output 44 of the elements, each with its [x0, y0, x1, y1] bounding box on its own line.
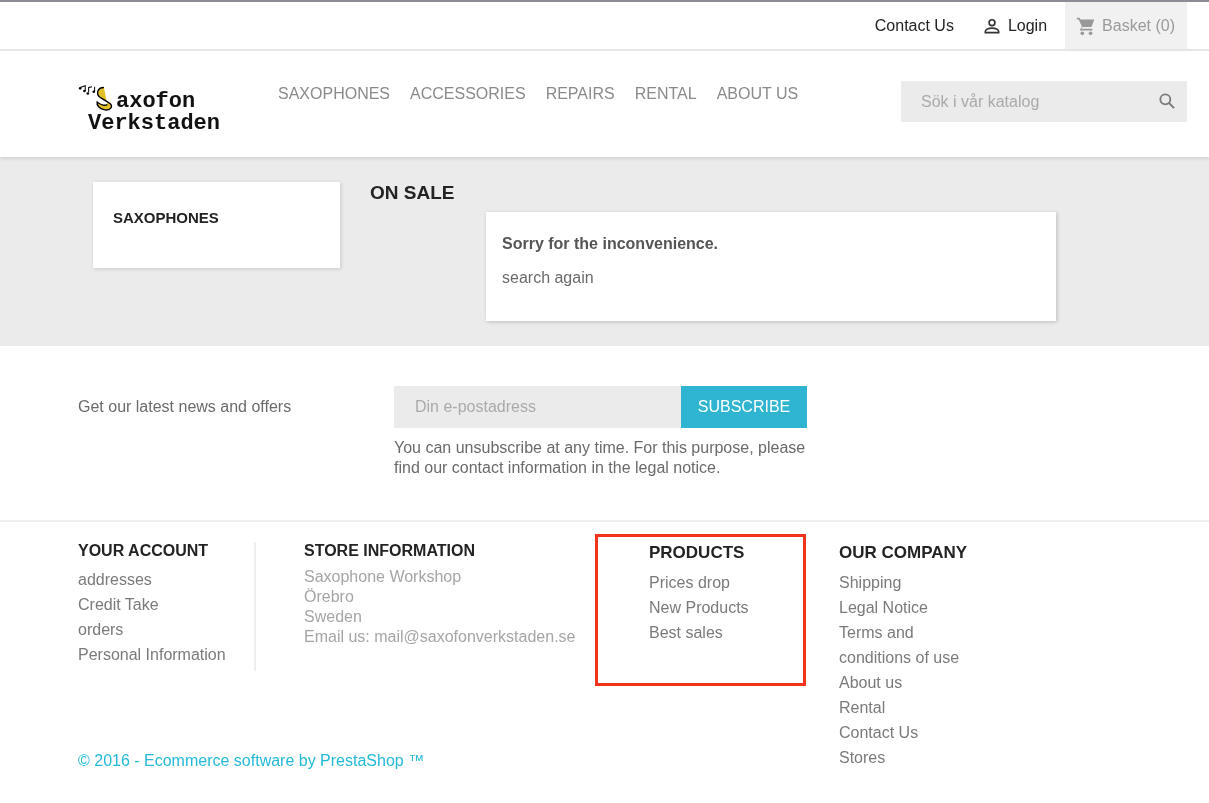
logo-text: axofon — [116, 91, 196, 113]
login-link[interactable]: Login — [981, 2, 1048, 49]
store-info-text: Saxophone Workshop — [304, 567, 463, 587]
nav-link[interactable]: ACCESSORIES — [410, 85, 526, 103]
footer-link[interactable]: Stores — [839, 745, 979, 770]
footer-link[interactable]: Shipping — [839, 570, 979, 595]
page-title: ON SALE — [370, 182, 456, 204]
store-info-text: Örebro — [304, 587, 355, 607]
notice-heading: Sorry for the inconvenience. — [502, 235, 720, 253]
email-field[interactable]: Din e-postadress — [394, 386, 681, 428]
footer-link[interactable]: Prices drop — [649, 570, 791, 595]
contact-link[interactable]: Contact Us — [874, 2, 954, 49]
footer-link[interactable]: New Products — [649, 595, 791, 620]
footer-link[interactable]: addresses — [78, 567, 254, 592]
logo-text: Verkstaden — [88, 113, 221, 135]
footer-link[interactable]: Best sales — [649, 620, 791, 645]
store-info-text: Email us: mail@saxofonverkstaden.se — [304, 627, 577, 647]
footer-heading: OUR COMPANY — [839, 543, 969, 563]
footer-heading: STORE INFORMATION — [304, 542, 476, 560]
footer-link[interactable]: Terms and conditions of use — [839, 620, 979, 670]
subscribe-button[interactable]: SUBSCRIBE — [681, 386, 807, 428]
newsletter-conditions: You can unsubscribe at any time. For this purpose, please find our contact information in the legal notice. — [394, 438, 807, 478]
search-icon — [1157, 91, 1177, 111]
category-link[interactable]: SAXOPHONES — [113, 209, 219, 226]
footer-heading: PRODUCTS — [649, 543, 746, 563]
store-info-text: Sweden — [304, 607, 363, 627]
footer-link[interactable]: About us — [839, 670, 979, 695]
nav-link[interactable]: SAXOPHONES — [278, 85, 391, 103]
footer-link[interactable]: Contact Us — [839, 720, 979, 745]
basket-button[interactable]: Basket (0) — [1065, 2, 1187, 49]
nav-link[interactable]: REPAIRS — [545, 85, 615, 103]
copyright-link[interactable]: © 2016 - Ecommerce software by PrestaShop ™ — [78, 752, 425, 770]
footer-heading: YOUR ACCOUNT — [78, 542, 210, 560]
footer-link[interactable]: Legal Notice — [839, 595, 979, 620]
nav-link[interactable]: ABOUT US — [716, 85, 799, 103]
footer-link[interactable]: orders — [78, 617, 254, 642]
footer-link[interactable]: Rental — [839, 695, 979, 720]
notice-text: search again — [502, 269, 595, 287]
newsletter-label: Get our latest news and offers — [78, 397, 293, 417]
logo[interactable]: axofon Verkstaden — [78, 79, 278, 139]
search-field[interactable]: Sök i vår katalog — [901, 81, 1187, 122]
footer-link[interactable]: Credit Take — [78, 592, 254, 617]
nav-link[interactable]: RENTAL — [634, 85, 697, 103]
footer-link[interactable]: Personal Information — [78, 642, 254, 667]
